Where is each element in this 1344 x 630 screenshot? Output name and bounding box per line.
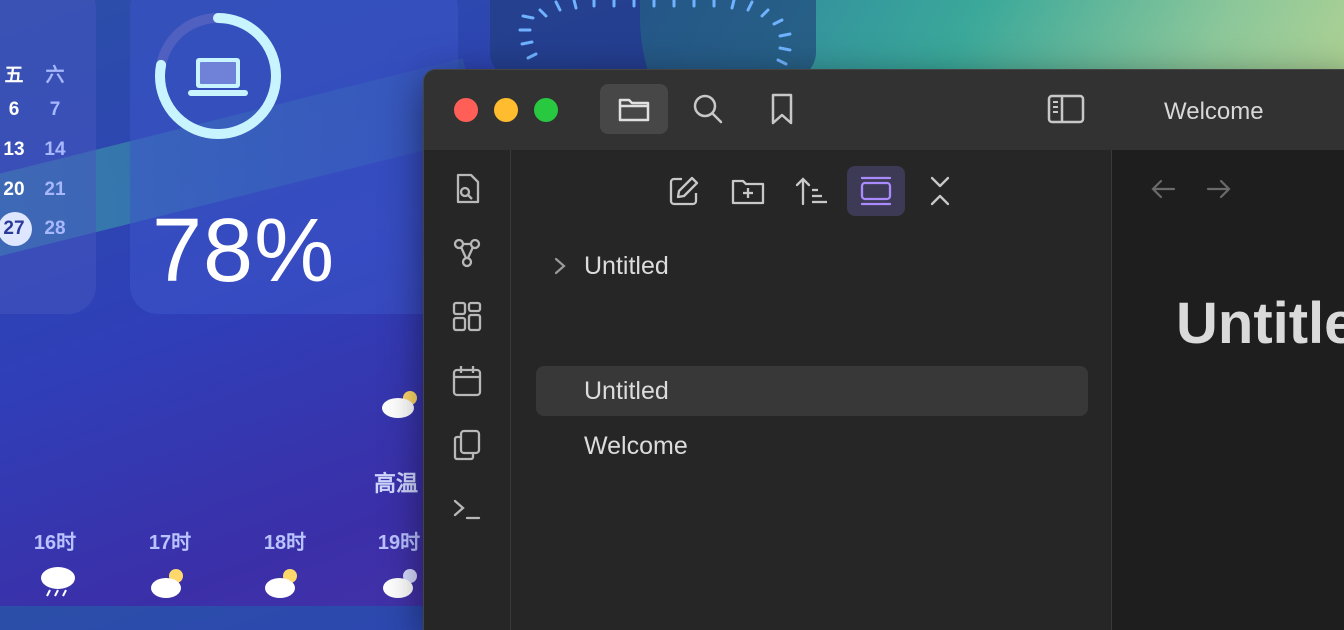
collapse-all-button[interactable] bbox=[911, 166, 969, 216]
terminal-icon bbox=[453, 499, 481, 520]
calendar-day: 20 bbox=[3, 179, 25, 200]
partly-cloudy-night-icon bbox=[383, 569, 417, 598]
new-folder-icon bbox=[731, 179, 765, 205]
navigate-back-button[interactable] bbox=[1146, 172, 1180, 206]
search-icon bbox=[693, 94, 723, 124]
new-note-button[interactable] bbox=[655, 166, 713, 216]
calendar-day: 7 bbox=[49, 99, 61, 120]
sort-button[interactable] bbox=[783, 166, 841, 216]
quick-switcher-icon bbox=[456, 173, 480, 204]
close-window-button[interactable] bbox=[454, 98, 478, 122]
arrow-left-icon bbox=[1151, 179, 1176, 199]
tree-folder-item[interactable]: Untitled bbox=[536, 241, 1088, 291]
weather-hour: 18时 bbox=[263, 532, 307, 554]
chevron-right-icon[interactable] bbox=[552, 256, 568, 276]
partly-cloudy-icon bbox=[151, 569, 183, 598]
titlebar[interactable]: Welcome bbox=[424, 70, 1344, 151]
files-tab-button[interactable] bbox=[600, 84, 668, 134]
tree-file-item[interactable]: Welcome bbox=[536, 421, 1088, 471]
calendar-weekday-fri: 五 bbox=[4, 65, 24, 86]
collapse-all-icon bbox=[930, 176, 950, 206]
new-folder-button[interactable] bbox=[719, 166, 777, 216]
app-window[interactable]: Welcome Untitled Untitled Welcome Untitl… bbox=[424, 70, 1344, 630]
sidebar-toggle-icon bbox=[1047, 94, 1085, 124]
weather-hour: 17时 bbox=[148, 532, 192, 554]
auto-reveal-button[interactable] bbox=[847, 166, 905, 216]
timer-dial-icon bbox=[518, 0, 792, 66]
sort-icon bbox=[795, 177, 827, 206]
calendar-day: 28 bbox=[44, 218, 66, 239]
weather-high-label: 高温 bbox=[374, 471, 419, 496]
toggle-sidebar-button[interactable] bbox=[1032, 84, 1100, 134]
laptop-icon bbox=[188, 58, 248, 96]
calendar-day-today: 27 bbox=[3, 218, 25, 239]
timer-widget[interactable] bbox=[490, 0, 816, 80]
bookmark-icon bbox=[771, 93, 793, 125]
note-title[interactable]: Untitled bbox=[1176, 290, 1344, 357]
canvas-icon bbox=[452, 301, 482, 332]
command-palette-button[interactable] bbox=[450, 492, 484, 526]
file-explorer: Untitled Untitled Welcome bbox=[511, 150, 1112, 630]
arrow-right-icon bbox=[1206, 179, 1231, 199]
thunderstorm-icon bbox=[41, 567, 75, 597]
folder-icon bbox=[618, 98, 650, 122]
active-tab-title[interactable]: Welcome bbox=[1164, 98, 1264, 126]
maximize-window-button[interactable] bbox=[534, 98, 558, 122]
battery-ring bbox=[155, 13, 281, 139]
search-tab-button[interactable] bbox=[674, 84, 742, 134]
templates-button[interactable] bbox=[450, 428, 484, 462]
calendar-day: 13 bbox=[3, 139, 25, 160]
new-note-icon bbox=[669, 176, 699, 206]
partly-cloudy-icon bbox=[382, 391, 417, 418]
bookmarks-tab-button[interactable] bbox=[748, 84, 816, 134]
partly-cloudy-icon bbox=[265, 569, 297, 598]
auto-reveal-icon bbox=[860, 176, 892, 206]
tree-file-item[interactable]: Untitled bbox=[536, 366, 1088, 416]
calendar-day: 21 bbox=[44, 179, 66, 200]
calendar-day: 14 bbox=[44, 139, 66, 160]
quick-switcher-button[interactable] bbox=[450, 172, 484, 206]
daily-note-button[interactable] bbox=[450, 364, 484, 398]
editor-pane[interactable]: Untitled bbox=[1112, 150, 1344, 630]
tree-item-label: Untitled bbox=[584, 252, 669, 280]
left-ribbon bbox=[424, 150, 511, 630]
copy-icon bbox=[453, 429, 481, 461]
calendar-weekday-sat: 六 bbox=[45, 65, 65, 86]
graph-view-button[interactable] bbox=[450, 236, 484, 270]
weather-hour: 16时 bbox=[33, 532, 77, 554]
tree-item-label: Welcome bbox=[584, 432, 688, 460]
calendar-day: 6 bbox=[8, 99, 20, 120]
battery-percentage: 78% bbox=[152, 201, 336, 301]
canvas-button[interactable] bbox=[450, 300, 484, 334]
calendar-icon bbox=[452, 366, 482, 397]
graph-view-icon bbox=[453, 238, 481, 268]
minimize-window-button[interactable] bbox=[494, 98, 518, 122]
navigate-forward-button[interactable] bbox=[1202, 172, 1236, 206]
tree-item-label: Untitled bbox=[584, 377, 669, 405]
